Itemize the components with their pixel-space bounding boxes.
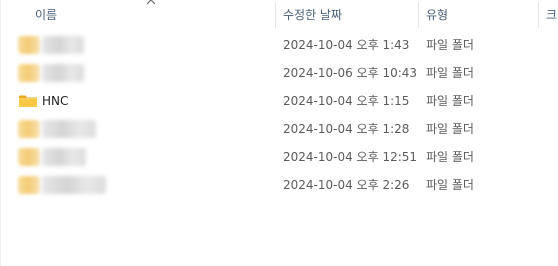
sort-ascending-icon <box>146 0 156 5</box>
column-divider[interactable] <box>418 2 419 28</box>
item-date: 2024-10-04 오후 1:43 <box>283 38 410 52</box>
column-header-size[interactable]: 크 <box>546 0 557 28</box>
item-type: 파일 폴더 <box>426 122 474 136</box>
redacted-text <box>42 176 106 194</box>
item-name-cell <box>18 59 84 87</box>
file-explorer-window: 이름 수정한 날짜 유형 크 2024-10-04 오후 1:43 파일 폴더 … <box>0 0 558 266</box>
list-item[interactable]: HNC 2024-10-04 오후 1:15 파일 폴더 <box>1 87 558 115</box>
column-header-date-label: 수정한 날짜 <box>283 8 343 22</box>
item-name: HNC <box>42 94 69 108</box>
list-item[interactable]: 2024-10-06 오후 10:43 파일 폴더 <box>1 59 558 87</box>
redacted-name <box>18 147 86 167</box>
redacted-name <box>18 119 96 139</box>
redacted-text <box>42 36 84 54</box>
item-date: 2024-10-04 오후 1:15 <box>283 94 410 108</box>
item-name-cell <box>18 143 86 171</box>
folder-icon <box>18 120 40 138</box>
item-date: 2024-10-06 오후 10:43 <box>283 66 418 80</box>
file-list: 2024-10-04 오후 1:43 파일 폴더 2024-10-06 오후 1… <box>1 31 558 199</box>
item-type: 파일 폴더 <box>426 38 474 52</box>
redacted-text <box>42 148 86 166</box>
item-name-cell <box>18 171 106 199</box>
item-date: 2024-10-04 오후 12:51 <box>283 150 418 164</box>
redacted-text <box>42 64 84 82</box>
column-header-type-label: 유형 <box>426 8 449 22</box>
column-header-size-label: 크 <box>546 8 558 22</box>
column-header: 이름 수정한 날짜 유형 크 <box>1 0 558 28</box>
redacted-name <box>18 63 84 83</box>
redacted-text <box>42 120 96 138</box>
redacted-name <box>18 175 106 195</box>
item-name-cell <box>18 31 84 59</box>
item-name-cell: HNC <box>18 87 68 115</box>
item-date: 2024-10-04 오후 2:26 <box>283 178 410 192</box>
list-item[interactable]: 2024-10-04 오후 1:43 파일 폴더 <box>1 31 558 59</box>
column-divider[interactable] <box>538 2 539 28</box>
list-item[interactable]: 2024-10-04 오후 2:26 파일 폴더 <box>1 171 558 199</box>
item-type: 파일 폴더 <box>426 66 474 80</box>
folder-icon <box>18 148 40 166</box>
folder-icon <box>18 36 40 54</box>
redacted-name <box>18 35 84 55</box>
folder-icon <box>18 176 40 194</box>
column-header-date[interactable]: 수정한 날짜 <box>283 0 342 28</box>
column-header-name-label: 이름 <box>35 8 58 22</box>
column-header-type[interactable]: 유형 <box>426 0 448 28</box>
column-header-name[interactable]: 이름 <box>35 0 57 28</box>
list-item[interactable]: 2024-10-04 오후 12:51 파일 폴더 <box>1 143 558 171</box>
item-type: 파일 폴더 <box>426 178 474 192</box>
item-type: 파일 폴더 <box>426 94 474 108</box>
list-item[interactable]: 2024-10-04 오후 1:28 파일 폴더 <box>1 115 558 143</box>
column-divider[interactable] <box>275 2 276 28</box>
item-date: 2024-10-04 오후 1:28 <box>283 122 410 136</box>
folder-icon <box>19 95 37 107</box>
item-name-cell <box>18 115 96 143</box>
folder-icon <box>18 64 40 82</box>
item-type: 파일 폴더 <box>426 150 474 164</box>
